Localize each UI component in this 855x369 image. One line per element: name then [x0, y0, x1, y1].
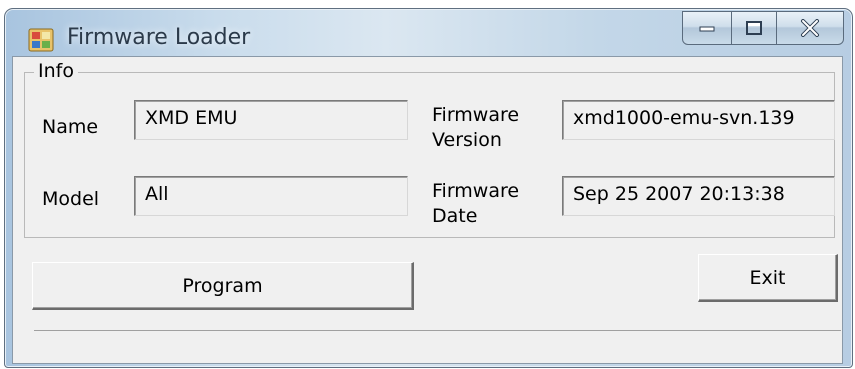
firmware-loader-app-icon [28, 28, 54, 52]
title-bar[interactable]: Firmware Loader [5, 9, 852, 57]
model-field[interactable]: All [134, 176, 408, 216]
program-button[interactable]: Program [32, 262, 414, 310]
firmware-date-label-line1: Firmware [432, 180, 520, 202]
firmware-version-field[interactable]: xmd1000-emu-svn.139 [562, 100, 835, 140]
status-bar [34, 330, 841, 355]
minimize-icon [699, 26, 715, 32]
name-field[interactable]: XMD EMU [134, 100, 408, 140]
info-group-legend: Info [34, 60, 78, 82]
close-icon [801, 19, 819, 37]
window-controls [682, 11, 844, 45]
close-button[interactable] [777, 11, 844, 45]
firmware-version-label-line2: Version [432, 129, 502, 151]
firmware-version-label-line1: Firmware [432, 104, 520, 126]
window-title: Firmware Loader [67, 25, 251, 50]
name-label: Name [42, 116, 99, 138]
maximize-button[interactable] [732, 11, 777, 45]
exit-button[interactable]: Exit [698, 254, 838, 302]
firmware-date-label-line2: Date [432, 205, 478, 227]
model-label: Model [42, 188, 100, 210]
minimize-button[interactable] [682, 11, 732, 45]
firmware-date-field[interactable]: Sep 25 2007 20:13:38 [562, 176, 835, 216]
maximize-icon [746, 21, 762, 35]
